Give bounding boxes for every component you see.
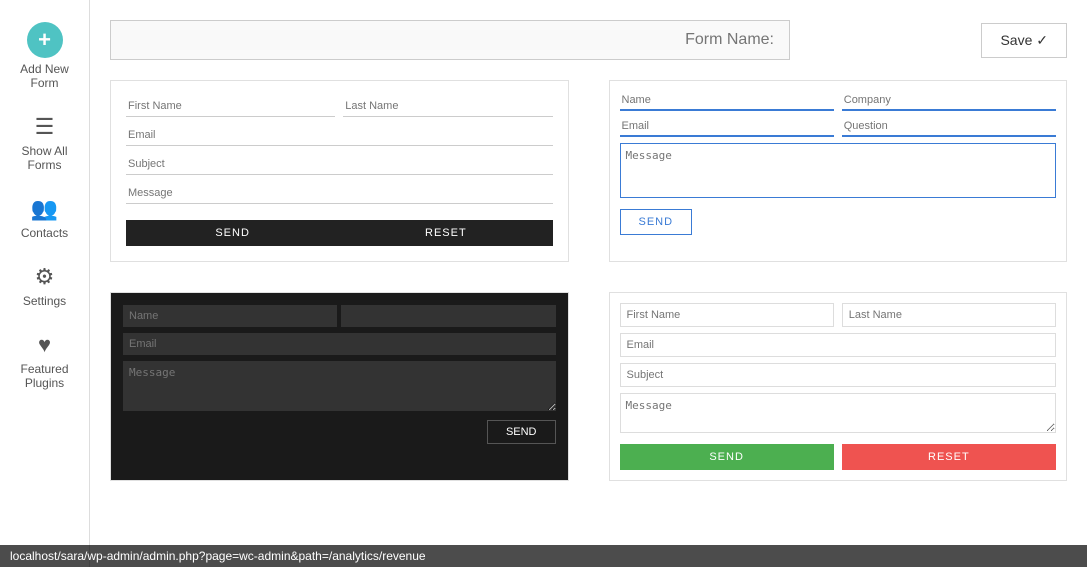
form1-message[interactable] [126,183,553,204]
form-name-input[interactable] [110,20,790,60]
form-card-4: SEND RESET [609,292,1068,481]
form1-email[interactable] [126,125,553,146]
top-bar: Save ✓ [110,20,1067,60]
form1-reset-button[interactable]: RESET [339,220,552,246]
form2-send-button[interactable]: SEND [620,209,693,235]
form4-reset-button[interactable]: RESET [842,444,1056,470]
form2-name-company-row [620,91,1057,111]
form2-email-question-row [620,117,1057,137]
form4-last-name[interactable] [842,303,1056,327]
sidebar-item-contacts[interactable]: 👥 Contacts [0,184,89,252]
bottom-bar: localhost/sara/wp-admin/admin.php?page=w… [0,545,1087,567]
form4-first-name[interactable] [620,303,834,327]
main-content: Save ✓ SEND RESET [90,0,1087,567]
show-forms-label: Show All Forms [5,144,84,172]
form2-name[interactable] [620,91,834,111]
save-button[interactable]: Save ✓ [981,23,1067,58]
form3-buttons: SEND [123,420,556,444]
form4-buttons: SEND RESET [620,444,1057,470]
form-card-3: SEND [110,292,569,481]
form4-name-row [620,303,1057,327]
gear-icon: ⚙ [35,264,55,290]
form1-name-row [126,96,553,125]
sidebar-item-settings[interactable]: ⚙ Settings [0,252,89,320]
sidebar-item-featured-plugins[interactable]: ♥ Featured Plugins [0,320,89,402]
sidebar-item-add-new[interactable]: + Add New Form [0,10,89,102]
forms-grid: SEND RESET SEND [110,80,1067,481]
url-display: localhost/sara/wp-admin/admin.php?page=w… [10,549,426,563]
form4-subject[interactable] [620,363,1057,387]
form4-send-button[interactable]: SEND [620,444,834,470]
form3-email[interactable] [123,333,556,355]
form1-send-button[interactable]: SEND [126,220,339,246]
form3-extra[interactable] [341,305,555,327]
form2-buttons: SEND [620,209,1057,235]
contacts-label: Contacts [21,226,68,240]
form1-subject[interactable] [126,154,553,175]
form3-message[interactable] [123,361,556,411]
form2-question[interactable] [842,117,1056,137]
heart-icon: ♥ [38,332,51,358]
contacts-icon: 👥 [31,196,58,222]
plus-icon: + [27,22,63,58]
add-new-label: Add New Form [5,62,84,90]
form-card-2: SEND [609,80,1068,262]
form3-name-row [123,305,556,333]
form-card-1: SEND RESET [110,80,569,262]
form1-last-name[interactable] [343,96,552,117]
form2-email[interactable] [620,117,834,137]
form3-send-button[interactable]: SEND [487,420,556,444]
form2-message[interactable] [620,143,1057,198]
list-icon: ☰ [35,114,55,140]
form4-email[interactable] [620,333,1057,357]
sidebar-item-show-forms[interactable]: ☰ Show All Forms [0,102,89,184]
form2-company[interactable] [842,91,1056,111]
form1-first-name[interactable] [126,96,335,117]
settings-label: Settings [23,294,66,308]
form1-buttons: SEND RESET [126,220,553,246]
form2: SEND [620,91,1057,235]
form3-name[interactable] [123,305,337,327]
form4-message[interactable] [620,393,1057,433]
sidebar: + Add New Form ☰ Show All Forms 👥 Contac… [0,0,90,567]
featured-plugins-label: Featured Plugins [5,362,84,390]
